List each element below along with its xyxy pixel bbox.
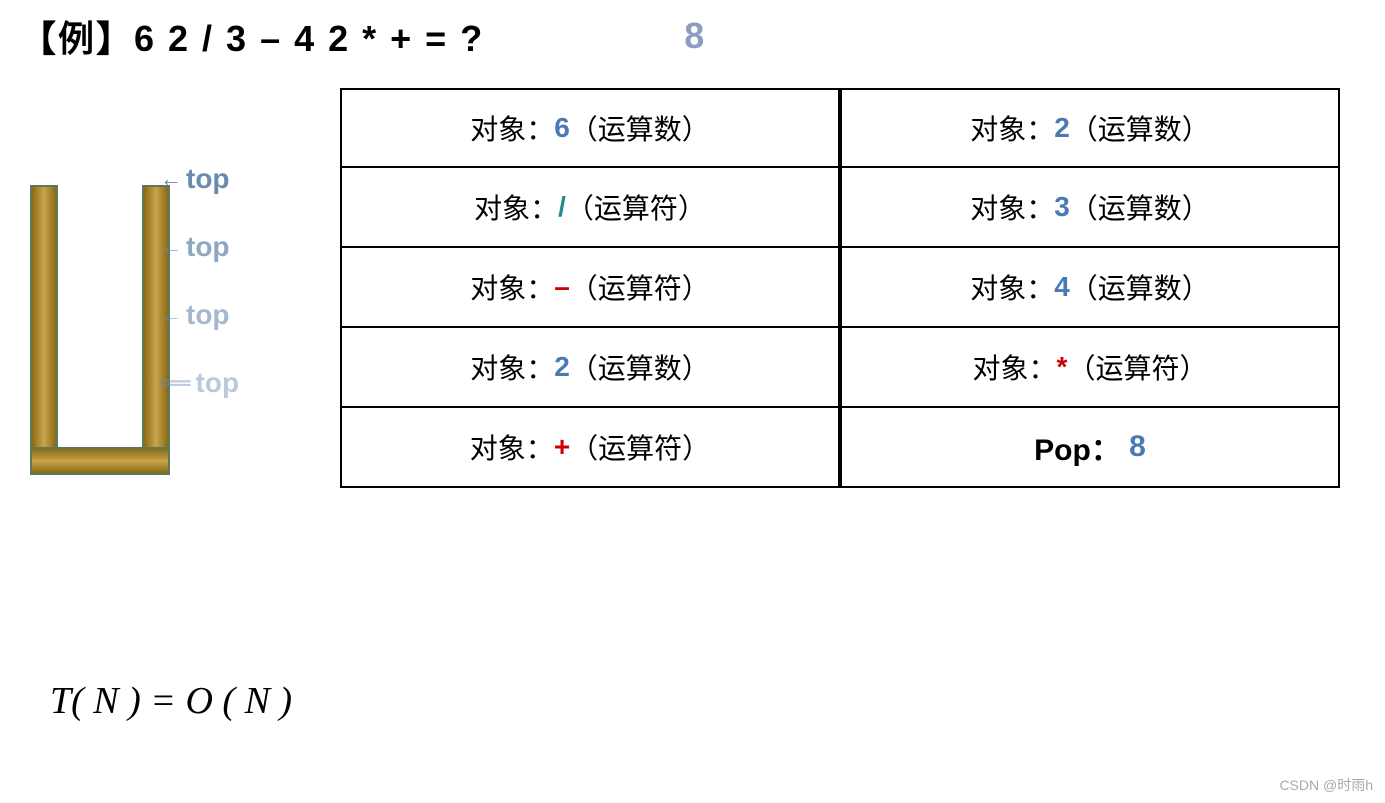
cell-label: 对象： [470, 427, 554, 467]
top-label-3: ← top [160, 281, 239, 349]
formula-text: T( N ) = O ( N ) [50, 680, 292, 722]
cell-type: （运算符） [566, 187, 706, 227]
cell-label: 对象： [973, 347, 1057, 387]
cell-label: 对象： [970, 267, 1054, 307]
cell-type: （运算数） [1070, 108, 1210, 148]
cell-value: 3 [1054, 191, 1070, 223]
top-label-text-4: top [196, 367, 240, 399]
cell-type: （运算符） [1067, 347, 1207, 387]
top-label-text-1: top [186, 163, 230, 195]
stack-u-shape [30, 175, 170, 475]
cell-type: （运算符） [570, 267, 710, 307]
cell-type: （运算数） [1070, 187, 1210, 227]
cell-label: Pop： [1034, 425, 1129, 469]
arrow-4: ⟸ [160, 370, 192, 396]
cell-value: 6 [554, 112, 570, 144]
watermark: CSDN @时雨h [1279, 775, 1373, 795]
stack-bottom-wall [30, 447, 170, 475]
table-cell-left-1: 对象： 6 （运算数） [340, 88, 840, 168]
stack-left-wall [30, 185, 58, 475]
cell-value: / [558, 191, 566, 223]
cell-type: （运算数） [570, 347, 710, 387]
top-label-1: ← top [160, 145, 239, 213]
cell-type: （运算符） [570, 427, 710, 467]
table-cell-left-3: 对象： – （运算符） [340, 248, 840, 328]
table-cell-left-5: 对象： + （运算符） [340, 408, 840, 488]
title-answer: 8 [684, 15, 704, 57]
top-label-2: ← top [160, 213, 239, 281]
top-label-4: ⟸ top [160, 349, 239, 417]
cell-label: 对象： [970, 187, 1054, 227]
title-area: 【例】6 2 / 3 – 4 2 * + = ? 8 [20, 10, 704, 62]
cell-value: 2 [1054, 112, 1070, 144]
cell-label: 对象： [470, 267, 554, 307]
table-cell-right-5: Pop： 8 [840, 408, 1340, 488]
table-row: 对象： – （运算符） 对象： 4 （运算数） [340, 248, 1340, 328]
table-cell-left-4: 对象： 2 （运算数） [340, 328, 840, 408]
title-text: 【例】6 2 / 3 – 4 2 * + = ? [20, 10, 484, 62]
cell-value: – [554, 271, 570, 303]
table-row: 对象： 6 （运算数） 对象： 2 （运算数） [340, 88, 1340, 168]
table-row: 对象： / （运算符） 对象： 3 （运算数） [340, 168, 1340, 248]
cell-label: 对象： [470, 108, 554, 148]
table-row: 对象： 2 （运算数） 对象： * （运算符） [340, 328, 1340, 408]
top-labels: ← top ← top ← top ⟸ top [160, 145, 239, 417]
cell-value: 8 [1129, 430, 1146, 464]
table-row: 对象： + （运算符） Pop： 8 [340, 408, 1340, 488]
cell-type: （运算数） [570, 108, 710, 148]
top-label-text-2: top [186, 231, 230, 263]
table-cell-right-2: 对象： 3 （运算数） [840, 168, 1340, 248]
cell-type: （运算数） [1070, 267, 1210, 307]
table-cell-right-4: 对象： * （运算符） [840, 328, 1340, 408]
table-cell-right-3: 对象： 4 （运算数） [840, 248, 1340, 328]
arrow-1: ← [160, 166, 182, 192]
cell-value: * [1057, 351, 1068, 383]
table-cell-right-1: 对象： 2 （运算数） [840, 88, 1340, 168]
table-cell-left-2: 对象： / （运算符） [340, 168, 840, 248]
cell-value: 4 [1054, 271, 1070, 303]
arrow-2: ← [160, 234, 182, 260]
formula: T( N ) = O ( N ) [50, 679, 292, 723]
top-label-text-3: top [186, 299, 230, 331]
cell-label: 对象： [970, 108, 1054, 148]
cell-value: + [554, 431, 570, 463]
table-area: 对象： 6 （运算数） 对象： 2 （运算数） 对象： / （运算符） 对象： … [340, 88, 1340, 488]
cell-label: 对象： [474, 187, 558, 227]
cell-label: 对象： [470, 347, 554, 387]
arrow-3: ← [160, 302, 182, 328]
cell-value: 2 [554, 351, 570, 383]
